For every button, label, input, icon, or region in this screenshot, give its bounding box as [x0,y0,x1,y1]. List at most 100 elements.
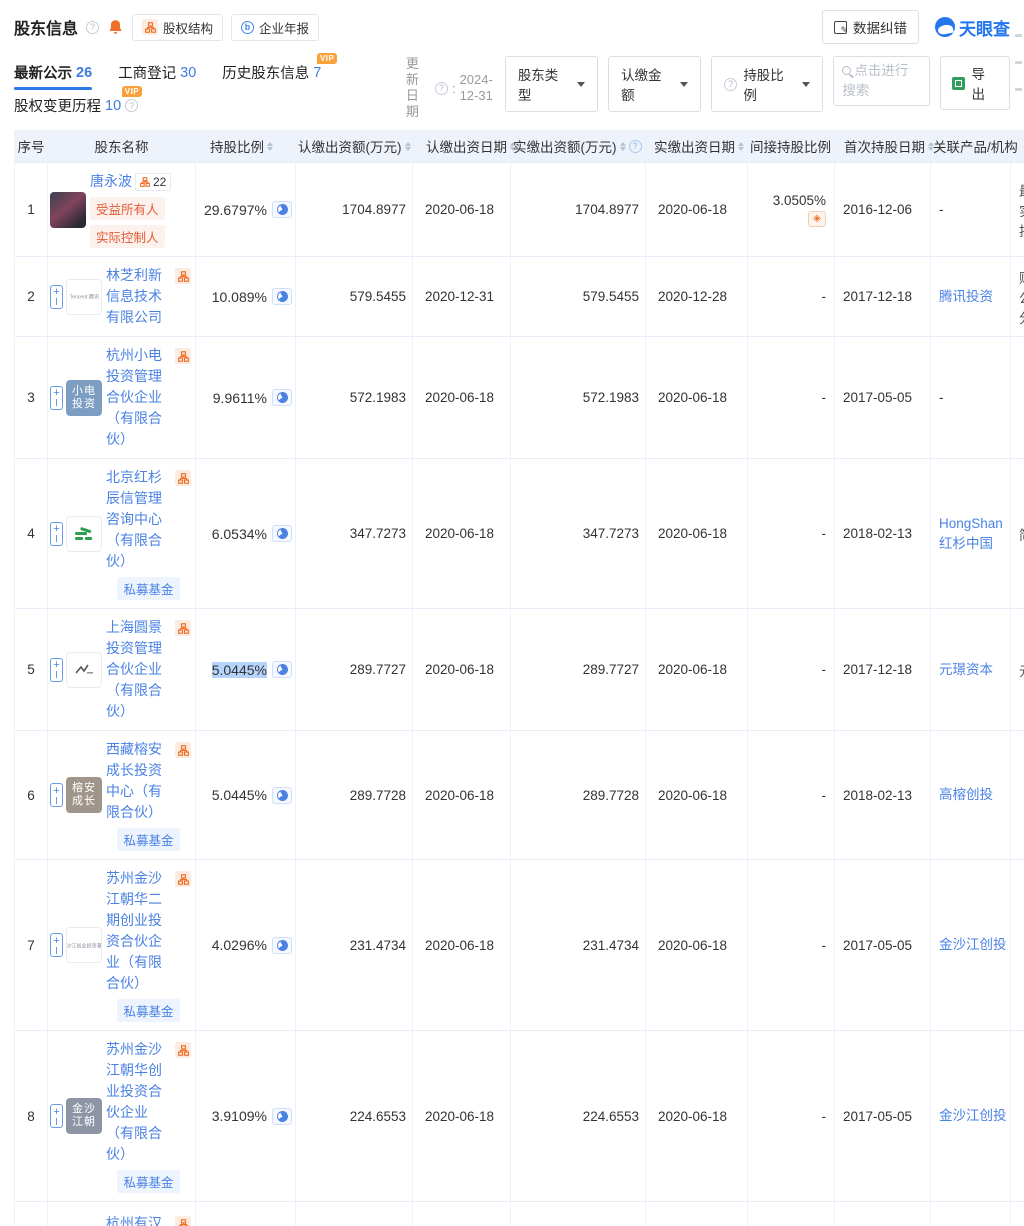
ratio-pie-chart-button[interactable] [272,525,292,542]
data-correction-button[interactable]: 数据纠错 [822,10,919,44]
shareholder-avatar[interactable]: 金沙 江朝 [66,1098,102,1134]
shareholder-logo[interactable]: Tencent 腾讯 [66,278,102,315]
shareholder-name-link[interactable]: 林芝利新信息技术有限公司 [106,265,172,328]
orgchart-icon[interactable] [175,742,191,758]
related-product-link[interactable]: 高榕创投 [939,785,993,805]
avatar-text-line: 金沙 [72,1103,96,1115]
sort-icon[interactable] [619,141,626,151]
related-product-link[interactable]: 金沙江创投 [939,935,1007,955]
sort-icon[interactable] [267,141,273,151]
paid-amount: 572.1983 [511,337,646,458]
column-header-4[interactable]: 认缴出资额(万元) [296,130,413,162]
hongshan-logo[interactable] [66,515,102,552]
filter-shareholding-ratio[interactable]: ? 持股比例 [711,56,824,112]
title-help-icon[interactable]: ? [86,20,100,34]
annual-report-badge[interactable]: b 企业年报 [231,13,320,41]
ratio-pie-chart-button[interactable] [272,936,292,954]
tab-historical-shareholders[interactable]: 历史股东信息 7 VIP [222,53,338,83]
expand-tree-icon[interactable]: + [50,657,63,682]
orgchart-icon[interactable] [175,348,191,364]
equity-structure-badge[interactable]: 股权结构 [132,13,224,41]
related-product-link[interactable]: 元璟资本 [939,660,993,680]
shareholder-name-link[interactable]: 杭州有汉投资管理有限公司 [106,1213,172,1226]
tab-equity-change-history[interactable]: 股权变更历程 10 VIP ? [14,86,143,116]
sort-icon[interactable] [738,141,744,151]
related-product-link[interactable]: 金沙江创投 [939,1106,1007,1126]
related-product-link[interactable]: 腾讯投资 [939,287,993,307]
orgchart-icon[interactable] [175,871,191,887]
shareholder-cell: + 上海圆景投资管理合伙企业（有限合伙） [48,609,196,730]
filter-subscribed-amount[interactable]: 认缴金额 [608,56,702,112]
column-header-5[interactable]: 认缴出资日期 [413,130,516,162]
paid-date: 2020-06-18 [646,163,748,256]
ratio-pie-chart-button[interactable] [272,786,292,804]
shareholder-name-link[interactable]: 杭州小电投资管理合伙企业（有限合伙） [106,345,172,450]
orgchart-icon[interactable] [175,1216,191,1226]
penetrate-equity-icon[interactable]: ◈ [808,210,826,227]
subscribed-amount: 289.7728 [296,731,413,859]
expand-tree-icon[interactable]: + [50,521,63,546]
indirect-ratio-value: - [821,1108,827,1124]
expand-tree-icon[interactable]: + [50,933,63,957]
indirect-ratio-cell: - [748,860,835,1030]
related-product-cell: 觉资投资 [931,1202,1011,1226]
orgchart-icon[interactable] [175,1042,191,1058]
column-header-3[interactable]: 持股比例 [196,130,296,162]
notification-bell-icon[interactable] [107,19,124,36]
yuanjing-logo[interactable] [66,651,102,688]
shareholder-name-link[interactable]: 西藏榕安成长投资中心（有限合伙） [106,739,172,823]
tab-help-icon[interactable]: ? [125,99,139,112]
column-help-icon[interactable]: ? [628,139,642,153]
subscribed-amount: 289.7727 [296,609,413,730]
shareholder-name-link[interactable]: 苏州金沙江朝华二期创业投资合伙企业（有限合伙） [106,868,172,994]
export-button[interactable]: 导出 [940,56,1010,110]
related-product-empty: - [939,202,944,217]
sort-icon[interactable] [404,141,411,151]
expand-tree-icon[interactable]: + [50,385,63,410]
tab-business-registration[interactable]: 工商登记 30 [118,62,196,83]
page-title: 股东信息 [14,21,79,38]
shareholder-name-link[interactable]: 上海圆景投资管理合伙企业（有限合伙） [106,617,172,722]
shareholder-name-link[interactable]: 苏州金沙江朝华创业投资合伙企业（有限合伙） [106,1039,172,1165]
ratio-pie-chart-button[interactable] [272,201,292,218]
search-input[interactable]: 点击进行搜索 [833,56,931,106]
shareholder-cell: +金沙江创业投资基金苏州金沙江朝华二期创业投资合伙企业（有限合伙） 私募基金 [48,860,196,1030]
shareholder-name-link[interactable]: 唐永波 [90,171,132,192]
subscribed-amount: 347.7273 [296,459,413,608]
shareholder-avatar[interactable]: 榕安 成长 [66,777,102,813]
expand-tree-icon[interactable]: + [50,1104,63,1128]
shareholding-ratio-value: 3.9109% [211,1108,267,1124]
shareholder-name-block: 上海圆景投资管理合伙企业（有限合伙） [106,617,191,722]
related-product-link[interactable]: HongShan 红杉中国 [939,514,1003,554]
column-header-9[interactable]: 首次持股日期 [835,130,934,162]
shareholder-logo[interactable]: 金沙江创业投资基金 [66,927,102,963]
clipped-edge-cell [1011,860,1024,1030]
orgchart-icon[interactable] [175,470,191,486]
related-product-empty: - [939,390,944,405]
orgchart-icon[interactable] [175,620,191,636]
ratio-pie-chart-button[interactable] [272,389,292,406]
shareholder-name-block: 林芝利新信息技术有限公司 [106,265,191,328]
column-header-6[interactable]: 实缴出资额(万元)? [511,130,646,162]
ratio-pie-chart-button[interactable] [272,661,292,678]
related-product-cell: 腾讯投资 [931,257,1011,336]
orgchart-icon[interactable] [175,268,191,284]
tianyancha-logo[interactable]: 天眼查 [935,15,1010,40]
expand-tree-icon[interactable]: + [50,783,63,807]
update-date-help-icon[interactable]: ? [434,81,448,95]
expand-tree-icon[interactable]: + [50,284,63,309]
shareholder-avatar[interactable]: 小电 投资 [66,379,102,416]
row-number: 9 [15,1202,48,1226]
shareholder-name-link[interactable]: 北京红杉辰信管理咨询中心（有限合伙） [106,467,172,572]
partner-count-badge[interactable]: 22 [135,173,172,191]
shareholding-ratio-cell: 10.089% [196,257,296,336]
tab-latest-disclosure[interactable]: 最新公示 26 [14,62,93,90]
column-header-7[interactable]: 实缴出资日期 [646,130,748,162]
filter-shareholder-type[interactable]: 股东类型 [504,56,599,112]
chevron-down-icon [577,82,586,87]
update-date-value: 2024- [459,72,493,87]
filter-label: 股东类型 [517,68,559,103]
ratio-pie-chart-button[interactable] [272,288,292,305]
ratio-pie-chart-button[interactable] [272,1107,292,1125]
shareholder-avatar[interactable] [50,191,86,228]
